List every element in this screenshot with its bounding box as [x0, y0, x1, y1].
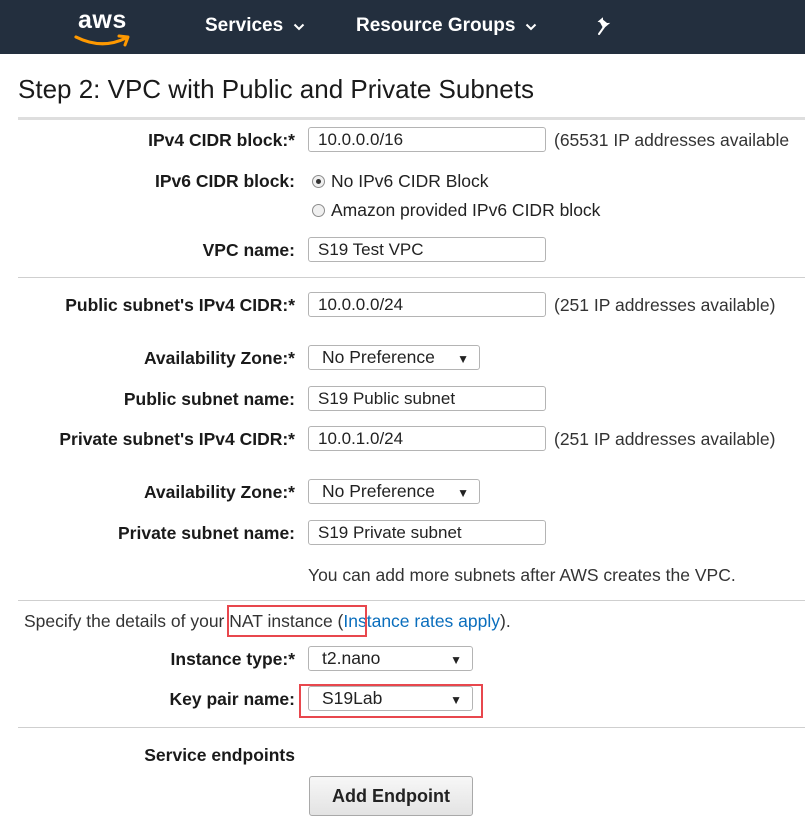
vpc-name-label: VPC name:	[202, 240, 295, 260]
private-subnet-cidr-label: Private subnet's IPv4 CIDR:*	[59, 429, 295, 449]
ipv6-cidr-label: IPv6 CIDR block:	[154, 171, 295, 191]
private-az-value: No Preference	[322, 481, 435, 501]
chevron-down-icon	[525, 15, 537, 37]
private-subnet-cidr-input[interactable]	[308, 426, 546, 451]
radio-button-checked[interactable]	[312, 175, 325, 188]
chevron-down-icon	[293, 15, 305, 37]
dropdown-arrow-icon: ▼	[457, 352, 469, 366]
private-subnet-name-input[interactable]	[308, 520, 546, 545]
ipv6-option-none[interactable]: No IPv6 CIDR Block	[312, 171, 489, 192]
instance-type-select[interactable]: t2.nano ▼	[308, 646, 473, 671]
instance-type-value: t2.nano	[322, 648, 381, 668]
services-menu-label: Services	[205, 15, 284, 37]
aws-logo[interactable]: aws	[72, 6, 134, 48]
aws-smile-icon	[74, 34, 130, 47]
top-nav-bar: aws Services Resource Groups	[0, 0, 805, 54]
ipv4-cidr-label: IPv4 CIDR block:*	[148, 130, 295, 150]
private-az-label: Availability Zone:*	[143, 482, 295, 502]
public-subnet-cidr-input[interactable]	[308, 292, 546, 317]
private-subnet-name-label: Private subnet name:	[118, 523, 295, 543]
public-subnet-name-input[interactable]	[308, 386, 546, 411]
ipv6-option-none-label: No IPv6 CIDR Block	[331, 171, 489, 191]
section-divider	[18, 600, 805, 601]
vpc-name-input[interactable]	[308, 237, 546, 262]
ipv6-option-amazon-label: Amazon provided IPv6 CIDR block	[331, 200, 601, 220]
public-az-select[interactable]: No Preference ▼	[308, 345, 480, 370]
subnets-note: You can add more subnets after AWS creat…	[308, 565, 736, 585]
resource-groups-menu-label: Resource Groups	[356, 15, 516, 37]
service-endpoints-label: Service endpoints	[144, 745, 295, 765]
dropdown-arrow-icon: ▼	[457, 486, 469, 500]
title-divider	[18, 117, 805, 120]
dropdown-arrow-icon: ▼	[450, 653, 462, 667]
public-subnet-name-label: Public subnet name:	[123, 389, 295, 409]
aws-logo-text: aws	[78, 6, 127, 34]
resource-groups-menu[interactable]: Resource Groups	[356, 15, 537, 37]
nat-instance-highlight	[227, 605, 367, 637]
public-az-value: No Preference	[322, 347, 435, 367]
private-az-select[interactable]: No Preference ▼	[308, 479, 480, 504]
page-title: Step 2: VPC with Public and Private Subn…	[18, 74, 534, 104]
section-divider	[18, 277, 805, 278]
ipv4-cidr-input[interactable]	[308, 127, 546, 152]
radio-button[interactable]	[312, 204, 325, 217]
instance-type-label: Instance type:*	[170, 649, 295, 669]
nat-intro-suffix: ).	[500, 611, 511, 631]
public-subnet-cidr-label: Public subnet's IPv4 CIDR:*	[65, 295, 295, 315]
private-subnet-cidr-hint: (251 IP addresses available)	[554, 429, 776, 449]
key-pair-label: Key pair name:	[169, 689, 295, 709]
ipv4-cidr-hint: (65531 IP addresses available	[554, 130, 790, 150]
add-endpoint-button[interactable]: Add Endpoint	[309, 776, 473, 816]
ipv6-option-amazon[interactable]: Amazon provided IPv6 CIDR block	[312, 200, 600, 221]
services-menu[interactable]: Services	[205, 15, 305, 37]
section-divider	[18, 727, 805, 728]
public-subnet-cidr-hint: (251 IP addresses available)	[554, 295, 776, 315]
key-pair-highlight	[299, 684, 483, 718]
public-az-label: Availability Zone:*	[143, 348, 295, 368]
pin-icon[interactable]	[596, 17, 614, 42]
